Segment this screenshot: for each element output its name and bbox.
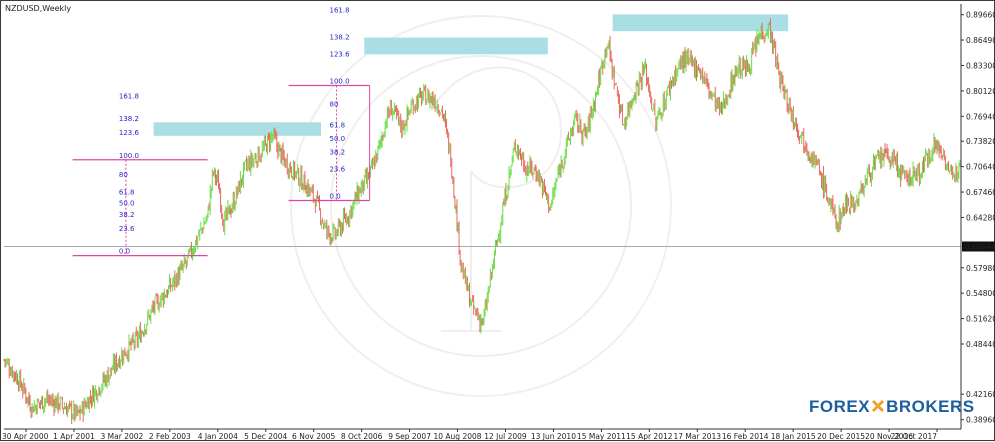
target-zones xyxy=(153,14,789,136)
fib-label-2-38.2: 38.2 xyxy=(330,149,346,157)
fib-label-1-100.0: 100.0 xyxy=(119,152,139,160)
y-tick-label: 0.73820 xyxy=(966,137,995,146)
x-tick-label: 10 Aug 2008 xyxy=(434,432,482,441)
brand-logo: FOREX BROKERS xyxy=(809,397,975,417)
x-tick-label: 5 Dec 2004 xyxy=(244,432,287,441)
fib-label-1-50.0: 50.0 xyxy=(119,200,135,208)
brand-mark-icon xyxy=(872,399,885,413)
x-tick-label: 4 Jan 2004 xyxy=(198,432,238,441)
watermark-ring-inner xyxy=(330,55,632,357)
fib-label-2-161.8: 161.8 xyxy=(330,6,350,14)
fib-label-1-38.2: 38.2 xyxy=(119,211,135,219)
x-tick-label: 22 Oct 2017 xyxy=(891,432,938,441)
candles xyxy=(3,18,962,425)
x-tick-label: 18 Jan 2015 xyxy=(771,432,816,441)
x-tick-label: 17 Mar 2013 xyxy=(674,432,722,441)
x-tick-label: 1 Apr 2001 xyxy=(53,432,95,441)
fib-label-2-80: 80 xyxy=(330,100,339,108)
current-price-label: 0.60644 xyxy=(965,243,995,252)
target-zone-1 xyxy=(153,122,322,136)
chart-window: 0.0 23.6 38.2 50.0 61.8 80 100.0 123.6 138.2 161.… xyxy=(0,0,995,441)
brand-part1: FOREX xyxy=(809,397,871,416)
x-tick-label: 12 Jul 2009 xyxy=(484,432,527,441)
y-tick-label: 0.48440 xyxy=(966,340,995,349)
x-tick-label: 8 Oct 2006 xyxy=(341,432,383,441)
fib-label-1-80: 80 xyxy=(119,171,128,179)
x-tick-label: 6 Nov 2005 xyxy=(292,432,335,441)
x-tick-label: 2 Feb 2003 xyxy=(149,432,191,441)
target-zone-2 xyxy=(364,37,548,55)
x-tick-label: 9 Sep 2007 xyxy=(388,432,431,441)
price-chart[interactable]: 0.0 23.6 38.2 50.0 61.8 80 100.0 123.6 138.2 161.… xyxy=(1,1,995,442)
fib-label-2-0.0: 0.0 xyxy=(330,193,341,201)
x-tick-label: 15 Apr 2012 xyxy=(626,432,673,441)
y-tick-label: 0.76940 xyxy=(966,112,995,121)
fib-label-2-100.0: 100.0 xyxy=(330,77,350,85)
y-tick-label: 0.64280 xyxy=(966,213,995,222)
x-tick-label: 16 Feb 2014 xyxy=(722,432,769,441)
x-tick-label: 13 Jun 2010 xyxy=(531,432,576,441)
y-tick-label: 0.86490 xyxy=(966,36,995,45)
fib-label-1-138.2: 138.2 xyxy=(119,115,139,123)
fib-label-1-61.8: 61.8 xyxy=(119,188,135,196)
symbol-title: NZDUSD,Weekly xyxy=(5,4,72,13)
x-tick-label: 3 Mar 2002 xyxy=(101,432,144,441)
fib-label-2-23.6: 23.6 xyxy=(330,165,346,173)
fib-label-1-161.8: 161.8 xyxy=(119,93,139,101)
fib-label-1-0.0: 0.0 xyxy=(119,248,130,256)
y-tick-label: 0.67460 xyxy=(966,188,995,197)
fib-label-1-123.6: 123.6 xyxy=(119,129,140,137)
y-tick-label: 0.54800 xyxy=(966,289,995,298)
y-tick-label: 0.83300 xyxy=(966,62,995,71)
watermark-bull-body xyxy=(441,171,501,332)
y-tick-label: 0.57980 xyxy=(966,264,995,273)
fib-label-2-138.2: 138.2 xyxy=(330,34,350,42)
fib-label-2-123.6: 123.6 xyxy=(330,50,351,58)
x-tick-label: 15 May 2011 xyxy=(577,432,626,441)
fib-label-2-50.0: 50.0 xyxy=(330,135,346,143)
x-tick-label: 30 Apr 2000 xyxy=(2,432,49,441)
x-tick-label: 20 Dec 2015 xyxy=(817,432,865,441)
brand-part2: BROKERS xyxy=(886,397,975,416)
fib-label-1-23.6: 23.6 xyxy=(119,225,135,233)
y-tick-label: 0.89660 xyxy=(966,11,995,20)
fib-label-2-61.8: 61.8 xyxy=(330,121,346,129)
y-tick-label: 0.51620 xyxy=(966,315,995,324)
y-tick-label: 0.70640 xyxy=(966,163,995,172)
y-tick-label: 0.80120 xyxy=(966,87,995,96)
axes: 0.89660 0.86490 0.83300 0.80120 0.76940 0.738… xyxy=(2,4,995,441)
watermark-bull-horn xyxy=(430,66,563,189)
y-tick-label: 0.38960 xyxy=(966,416,995,425)
